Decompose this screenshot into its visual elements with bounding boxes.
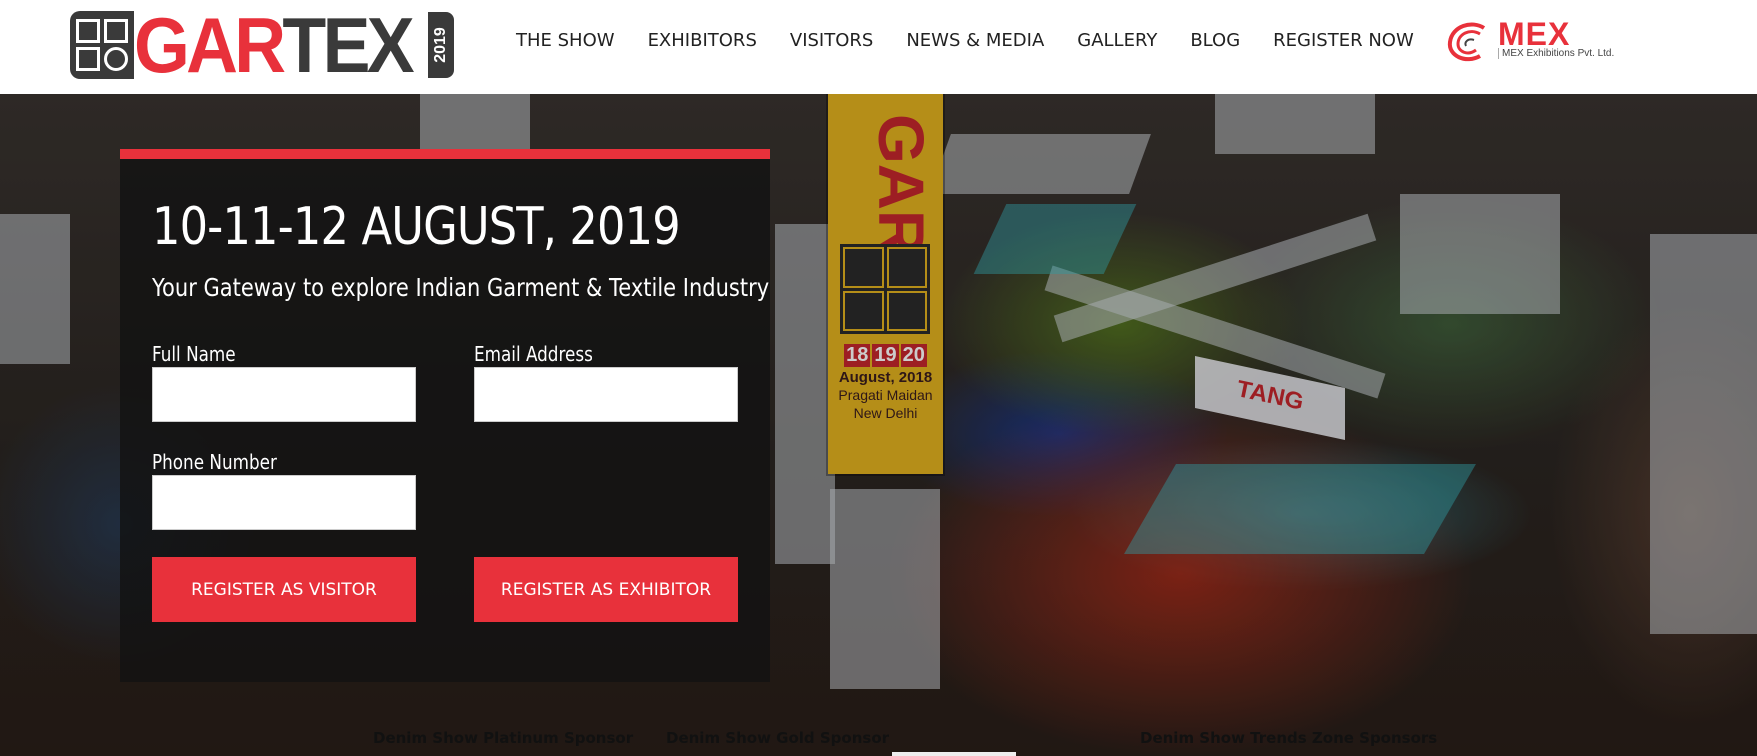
email-address-input[interactable] [474,367,738,422]
event-tagline: Your Gateway to explore Indian Garment &… [152,273,770,302]
nav-item-news-media[interactable]: NEWS & MEDIA [906,30,1044,51]
email-address-label: Email Address [474,342,593,366]
mex-swirl-icon [1447,22,1486,62]
nav-item-gallery[interactable]: GALLERY [1077,30,1157,51]
nav-item-register-now[interactable]: REGISTER NOW [1273,30,1414,51]
gold-sponsor-heading: Denim Show Gold Sponsor [666,729,890,747]
nav-item-visitors[interactable]: VISITORS [790,30,873,51]
trends-zone-sponsor-heading: Denim Show Trends Zone Sponsors [1140,729,1438,747]
site-header: GARTEX 2019 THE SHOW EXHIBITORS VISITORS… [0,0,1757,94]
register-as-visitor-button[interactable]: REGISTER AS VISITOR [152,557,416,622]
logo-emblem-icon [70,11,134,79]
full-name-label: Full Name [152,342,236,366]
nav-item-blog[interactable]: BLOG [1190,30,1240,51]
event-date-heading: 10-11-12 AUGUST, 2019 [152,197,681,257]
sponsor-logo-placeholder [892,752,1016,756]
mex-subtitle: MEX Exhibitions Pvt. Ltd. [1498,48,1614,59]
logo-wordmark: GARTEX [134,1,415,89]
gartex-logo[interactable]: GARTEX 2019 [70,1,456,89]
nav-item-the-show[interactable]: THE SHOW [516,30,615,51]
full-name-input[interactable] [152,367,416,422]
registration-form: 10-11-12 AUGUST, 2019 Your Gateway to ex… [120,149,770,682]
phone-number-label: Phone Number [152,450,277,474]
main-nav: THE SHOW EXHIBITORS VISITORS NEWS & MEDI… [516,30,1414,51]
mex-exhibitions-logo[interactable]: MEX MEX Exhibitions Pvt. Ltd. [1444,16,1630,64]
platinum-sponsor-heading: Denim Show Platinum Sponsor [373,729,634,747]
phone-number-input[interactable] [152,475,416,530]
register-as-exhibitor-button[interactable]: REGISTER AS EXHIBITOR [474,557,738,622]
logo-year-tab: 2019 [428,12,454,78]
nav-item-exhibitors[interactable]: EXHIBITORS [648,30,757,51]
